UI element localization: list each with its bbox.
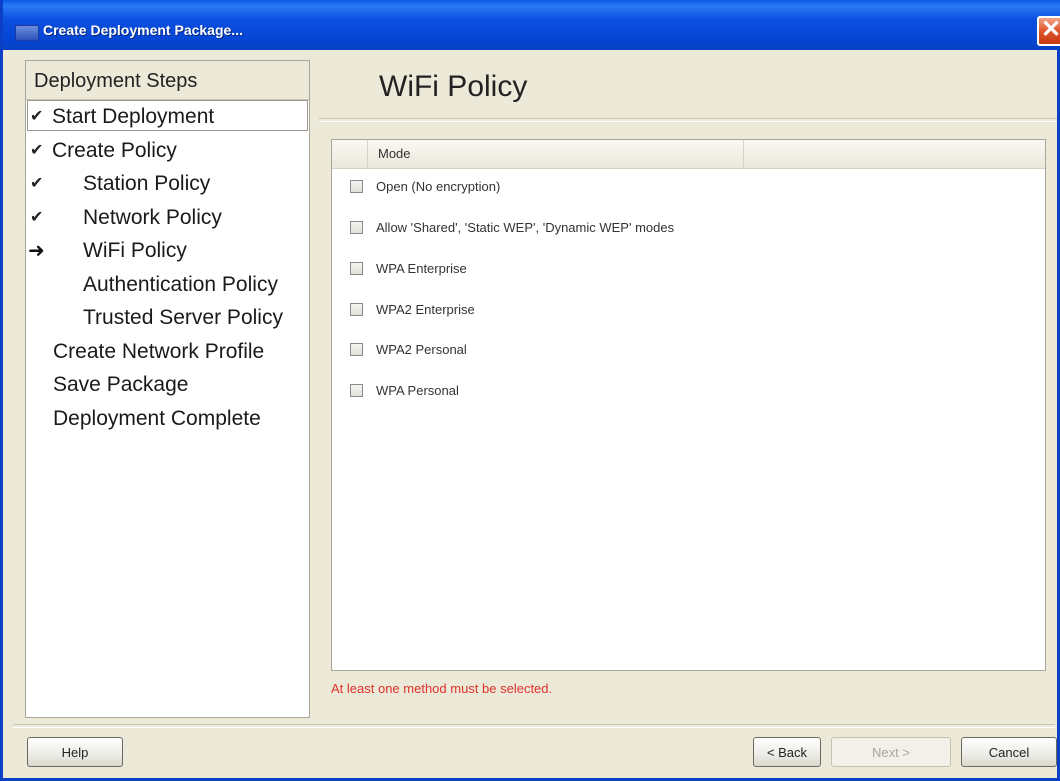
page-title: WiFi Policy <box>379 70 528 103</box>
checkbox[interactable] <box>350 262 363 275</box>
back-button[interactable]: < Back <box>753 737 821 767</box>
check-icon: ✔ <box>30 175 44 192</box>
check-icon: ✔ <box>30 108 44 125</box>
check-icon: ✔ <box>30 209 44 226</box>
checkbox[interactable] <box>350 343 363 356</box>
header-checkbox-column <box>332 140 368 168</box>
step-network-policy: ✔ Network Policy <box>26 203 309 233</box>
checkbox[interactable] <box>350 303 363 316</box>
step-station-policy: ✔ Station Policy <box>26 169 309 199</box>
title-bar[interactable]: Create Deployment Package... ✕ <box>3 0 1060 50</box>
window-title: Create Deployment Package... <box>43 22 243 38</box>
steps-header: Deployment Steps <box>26 61 309 100</box>
step-create-network-profile: Create Network Profile <box>53 340 265 363</box>
step-deployment-complete: Deployment Complete <box>53 407 261 430</box>
step-start-deployment: ✔ Start Deployment <box>26 102 309 132</box>
step-authentication-policy: Authentication Policy <box>83 273 278 296</box>
help-button[interactable]: Help <box>27 737 123 767</box>
close-icon: ✕ <box>1040 16 1060 43</box>
checkbox[interactable] <box>350 384 363 397</box>
deployment-steps-panel: Deployment Steps ✔ Start Deployment ✔ Cr… <box>25 60 310 718</box>
checkbox[interactable] <box>350 180 363 193</box>
mode-table: Mode Open (No encryption) Allow 'Shared'… <box>331 139 1046 671</box>
cancel-button[interactable]: Cancel <box>961 737 1057 767</box>
bottom-divider <box>13 724 1055 728</box>
step-wifi-policy: ➜ WiFi Policy <box>26 236 309 266</box>
check-icon: ✔ <box>30 142 44 159</box>
arrow-right-icon: ➜ <box>28 240 45 262</box>
next-button[interactable]: Next > <box>831 737 951 767</box>
column-header-mode[interactable]: Mode <box>368 140 744 168</box>
step-save-package: Save Package <box>53 373 189 396</box>
app-icon <box>15 25 39 41</box>
step-create-policy: ✔ Create Policy <box>26 136 309 166</box>
step-trusted-server-policy: Trusted Server Policy <box>83 306 283 329</box>
title-divider <box>319 118 1057 122</box>
dialog-window: Create Deployment Package... ✕ Deploymen… <box>0 0 1060 781</box>
checkbox[interactable] <box>350 221 363 234</box>
close-button[interactable]: ✕ <box>1037 16 1060 46</box>
validation-error: At least one method must be selected. <box>331 681 553 696</box>
table-header: Mode <box>332 140 1045 169</box>
